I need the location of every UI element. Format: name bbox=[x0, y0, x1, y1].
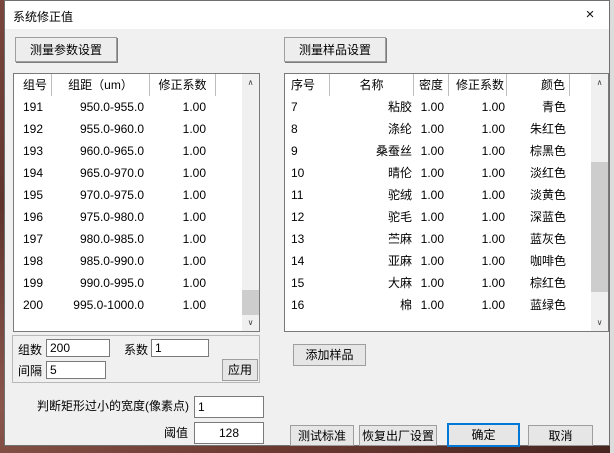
min-rect-width-label: 判断矩形过小的宽度(像素点) bbox=[5, 399, 189, 413]
group-table-header: 组号 组距（um） 修正系数 bbox=[14, 74, 259, 96]
threshold-input[interactable] bbox=[194, 422, 264, 444]
scroll-up-icon[interactable]: ∧ bbox=[242, 74, 259, 91]
threshold-label: 阈值 bbox=[5, 426, 188, 440]
table-row[interactable]: 7 粘胶 1.00 1.00 青色 bbox=[285, 96, 608, 118]
coefficient-input[interactable] bbox=[151, 339, 209, 357]
table-row[interactable]: 16 棉 1.00 1.00 蓝绿色 bbox=[285, 294, 608, 316]
table-row[interactable]: 199 990.0-995.0 1.00 bbox=[14, 272, 259, 294]
scroll-down-icon[interactable]: ∨ bbox=[591, 314, 608, 331]
interval-input[interactable] bbox=[46, 361, 106, 379]
apply-button[interactable]: 应用 bbox=[222, 359, 258, 381]
sample-table-header: 序号 名称 密度 修正系数 颜色 bbox=[285, 74, 608, 96]
ok-button[interactable]: 确定 bbox=[447, 423, 520, 447]
header-serial-no: 序号 bbox=[285, 74, 330, 96]
table-row[interactable]: 11 驼绒 1.00 1.00 淡黄色 bbox=[285, 184, 608, 206]
background-window-edge bbox=[610, 0, 614, 453]
close-icon[interactable]: × bbox=[577, 4, 603, 26]
group-correction-table: 组号 组距（um） 修正系数 191 950.0-955.0 1.00 192 … bbox=[13, 73, 260, 332]
table-row[interactable]: 193 960.0-965.0 1.00 bbox=[14, 140, 259, 162]
table-row[interactable]: 197 980.0-985.0 1.00 bbox=[14, 228, 259, 250]
header-group-range: 组距（um） bbox=[52, 74, 150, 96]
table-row[interactable]: 14 亚麻 1.00 1.00 咖啡色 bbox=[285, 250, 608, 272]
table-row[interactable]: 196 975.0-980.0 1.00 bbox=[14, 206, 259, 228]
group-count-label: 组数 bbox=[18, 343, 42, 357]
min-rect-width-input[interactable] bbox=[194, 396, 264, 418]
table-row[interactable]: 198 985.0-990.0 1.00 bbox=[14, 250, 259, 272]
table-row[interactable]: 15 大麻 1.00 1.00 棕红色 bbox=[285, 272, 608, 294]
scroll-up-icon[interactable]: ∧ bbox=[591, 74, 608, 91]
group-count-input[interactable] bbox=[46, 339, 110, 357]
header-correction-coef: 修正系数 bbox=[449, 74, 507, 96]
table-row[interactable]: 9 桑蚕丝 1.00 1.00 棕黑色 bbox=[285, 140, 608, 162]
measure-samples-button[interactable]: 测量样品设置 bbox=[284, 37, 386, 62]
sample-table-rows: 7 粘胶 1.00 1.00 青色 8 涤纶 1.00 1.00 朱红色 9 桑 bbox=[285, 96, 608, 316]
table-row[interactable]: 13 苎麻 1.00 1.00 蓝灰色 bbox=[285, 228, 608, 250]
system-correction-dialog: 系统修正值 × 测量参数设置 测量样品设置 组号 组距（um） 修正系数 191… bbox=[4, 0, 610, 446]
test-standard-button[interactable]: 测试标准 bbox=[290, 425, 354, 446]
add-sample-button[interactable]: 添加样品 bbox=[293, 344, 366, 366]
table-row[interactable]: 8 涤纶 1.00 1.00 朱红色 bbox=[285, 118, 608, 140]
measure-params-button[interactable]: 测量参数设置 bbox=[15, 37, 117, 62]
sample-table: 序号 名称 密度 修正系数 颜色 7 粘胶 1.00 1.00 青色 8 涤纶 bbox=[284, 73, 609, 332]
header-color: 颜色 bbox=[507, 74, 570, 96]
left-scrollbar[interactable]: ∧ ∨ bbox=[242, 74, 259, 331]
right-scrollbar-thumb[interactable] bbox=[591, 162, 608, 292]
header-correction-coef: 修正系数 bbox=[150, 74, 216, 96]
header-density: 密度 bbox=[414, 74, 449, 96]
interval-label: 间隔 bbox=[18, 364, 42, 378]
cancel-button[interactable]: 取消 bbox=[528, 425, 593, 446]
table-row[interactable]: 194 965.0-970.0 1.00 bbox=[14, 162, 259, 184]
table-row[interactable]: 191 950.0-955.0 1.00 bbox=[14, 96, 259, 118]
table-row[interactable]: 10 晴伦 1.00 1.00 淡红色 bbox=[285, 162, 608, 184]
right-scrollbar[interactable]: ∧ ∨ bbox=[591, 74, 608, 331]
titlebar: 系统修正值 × bbox=[5, 1, 609, 29]
table-row[interactable]: 12 驼毛 1.00 1.00 深蓝色 bbox=[285, 206, 608, 228]
table-row[interactable]: 195 970.0-975.0 1.00 bbox=[14, 184, 259, 206]
table-row[interactable]: 192 955.0-960.0 1.00 bbox=[14, 118, 259, 140]
header-name: 名称 bbox=[330, 74, 414, 96]
header-group-no: 组号 bbox=[14, 74, 52, 96]
dialog-title: 系统修正值 bbox=[13, 8, 73, 25]
left-scrollbar-thumb[interactable] bbox=[242, 290, 259, 315]
factory-reset-button[interactable]: 恢复出厂设置 bbox=[359, 425, 437, 446]
table-row[interactable]: 200 995.0-1000.0 1.00 bbox=[14, 294, 259, 316]
coefficient-label: 系数 bbox=[124, 343, 148, 357]
scroll-down-icon[interactable]: ∨ bbox=[242, 314, 259, 331]
group-table-rows: 191 950.0-955.0 1.00 192 955.0-960.0 1.0… bbox=[14, 96, 259, 316]
